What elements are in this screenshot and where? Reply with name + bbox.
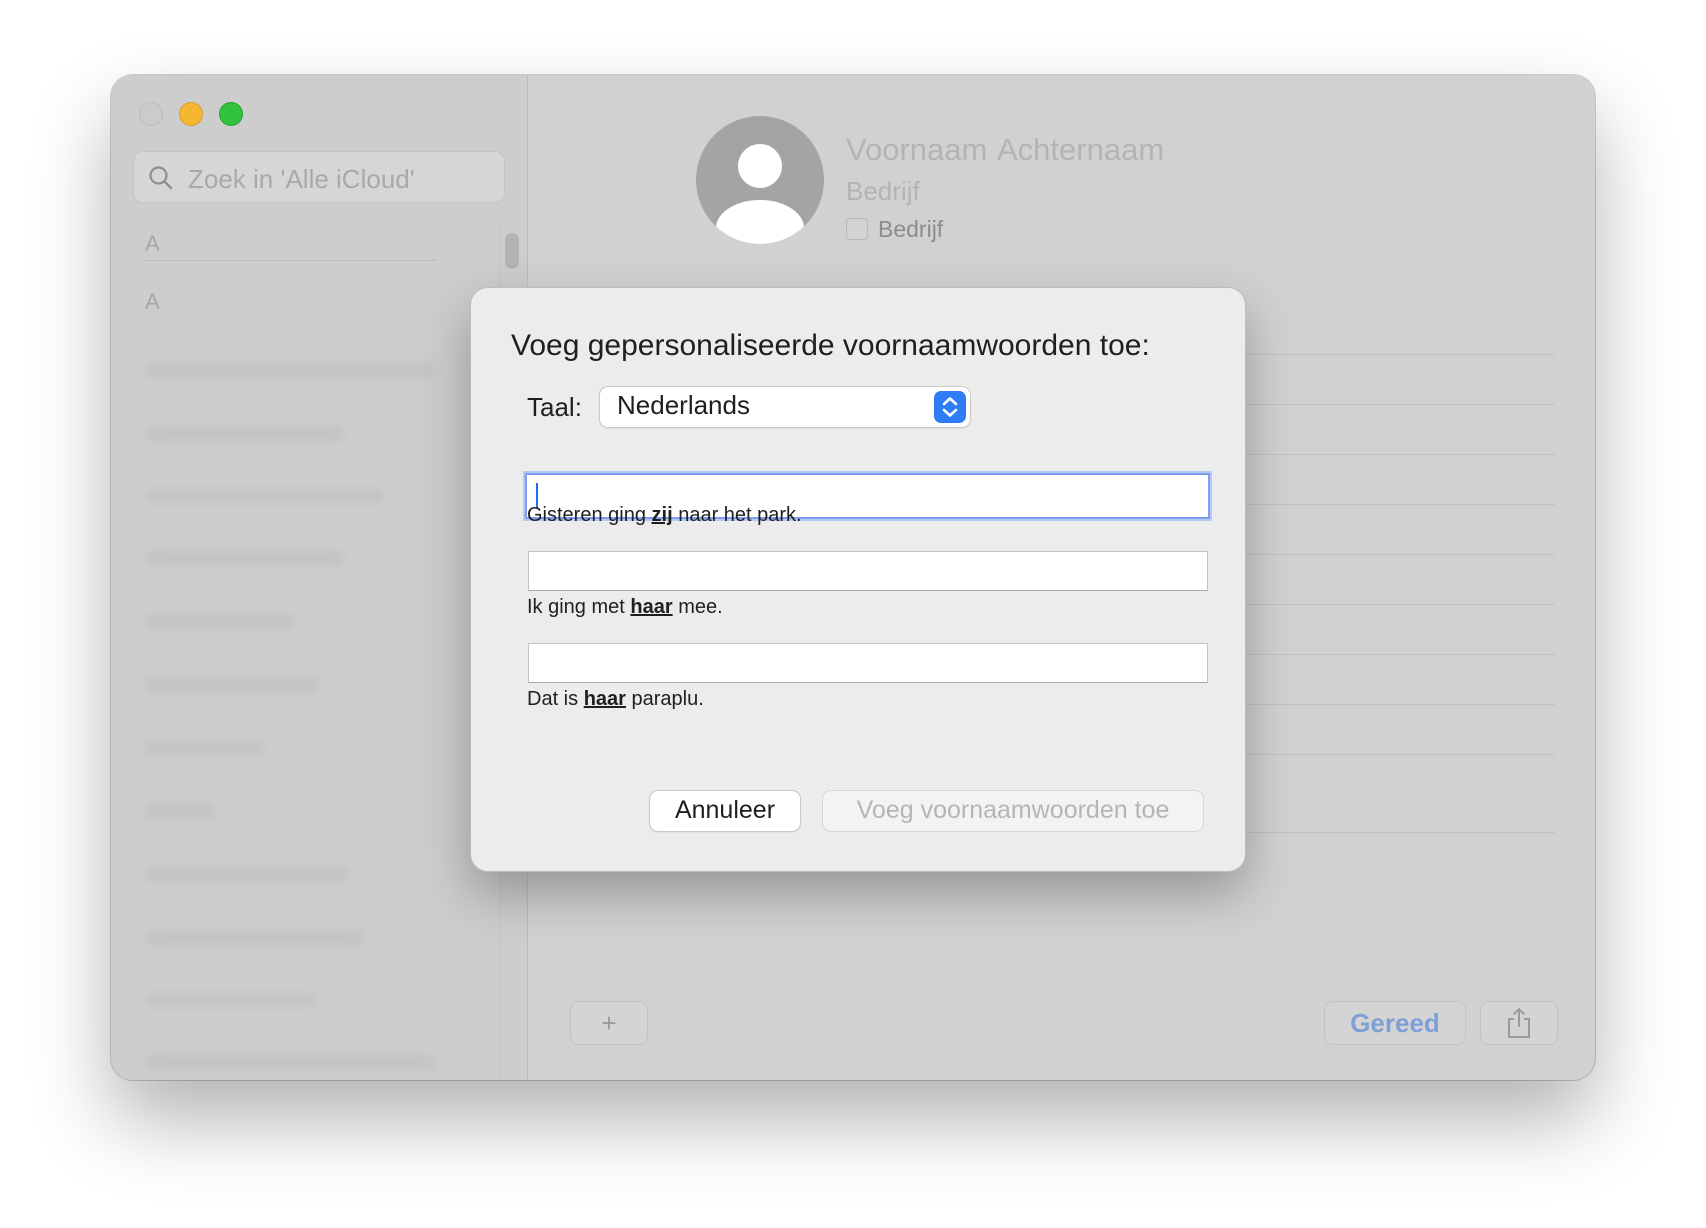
search-placeholder: Zoek in 'Alle iCloud' — [188, 164, 415, 194]
scrollbar-thumb[interactable] — [505, 233, 519, 269]
section-index-letter: A — [145, 289, 160, 314]
contact-list-item[interactable] — [145, 1055, 435, 1071]
person-silhouette-icon — [716, 144, 804, 244]
section-header-letter: A — [145, 231, 160, 256]
field-divider — [1226, 704, 1555, 705]
field-divider — [1226, 604, 1555, 605]
cancel-button[interactable]: Annuleer — [650, 791, 800, 831]
dialog-title: Voeg gepersonaliseerde voornaamwoorden t… — [511, 329, 1150, 362]
field-divider — [1226, 454, 1555, 455]
company-checkbox[interactable] — [846, 218, 868, 240]
field-divider — [1226, 754, 1555, 755]
zoom-window-button[interactable] — [219, 102, 243, 126]
contact-list-item[interactable] — [145, 362, 435, 378]
field-divider — [1226, 832, 1555, 833]
company-checkbox-label: Bedrijf — [878, 216, 944, 242]
possessive-pronoun-field[interactable] — [528, 643, 1208, 683]
contact-list-item[interactable] — [145, 803, 215, 819]
field-divider — [1226, 404, 1555, 405]
field-divider — [1226, 354, 1555, 355]
share-button[interactable] — [1480, 1001, 1558, 1045]
language-select-value: Nederlands — [617, 390, 750, 420]
last-name-field[interactable]: Achternaam — [997, 132, 1164, 168]
language-select[interactable]: Nederlands — [600, 387, 970, 427]
subject-pronoun-example: Gisteren ging zij naar het park. — [527, 504, 802, 526]
add-field-button[interactable]: + — [570, 1001, 648, 1045]
avatar[interactable] — [696, 116, 824, 244]
add-pronouns-button[interactable]: Voeg voornaamwoorden toe — [823, 791, 1203, 831]
done-button[interactable]: Gereed — [1324, 1001, 1466, 1045]
field-divider — [1226, 654, 1555, 655]
close-window-button[interactable] — [139, 102, 163, 126]
section-divider — [145, 260, 437, 261]
pronouns-dialog: Voeg gepersonaliseerde voornaamwoorden t… — [470, 287, 1246, 872]
contact-list-item[interactable] — [145, 488, 385, 504]
object-pronoun-field[interactable] — [528, 551, 1208, 591]
company-field[interactable]: Bedrijf — [846, 176, 920, 207]
minimize-window-button[interactable] — [179, 102, 203, 126]
possessive-pronoun-example: Dat is haar paraplu. — [527, 688, 704, 710]
contact-list-item[interactable] — [145, 551, 345, 567]
search-field[interactable]: Zoek in 'Alle iCloud' — [133, 151, 505, 203]
sidebar: Zoek in 'Alle iCloud' A A — [111, 75, 528, 1080]
language-label: Taal: — [527, 392, 582, 422]
search-icon — [149, 166, 173, 190]
contact-list-item[interactable] — [145, 992, 315, 1008]
contact-list-item[interactable] — [145, 677, 320, 693]
object-pronoun-example: Ik ging met haar mee. — [527, 596, 723, 618]
field-divider — [1226, 554, 1555, 555]
contact-list-item[interactable] — [145, 425, 345, 441]
contact-list-item[interactable] — [145, 614, 295, 630]
contact-list-item[interactable] — [145, 866, 350, 882]
chevron-up-down-icon — [934, 391, 966, 423]
contact-list-item[interactable] — [145, 929, 365, 945]
field-divider — [1226, 504, 1555, 505]
first-name-field[interactable]: Voornaam — [846, 132, 987, 168]
share-icon — [1508, 1007, 1530, 1038]
contact-list-item[interactable] — [145, 740, 265, 756]
